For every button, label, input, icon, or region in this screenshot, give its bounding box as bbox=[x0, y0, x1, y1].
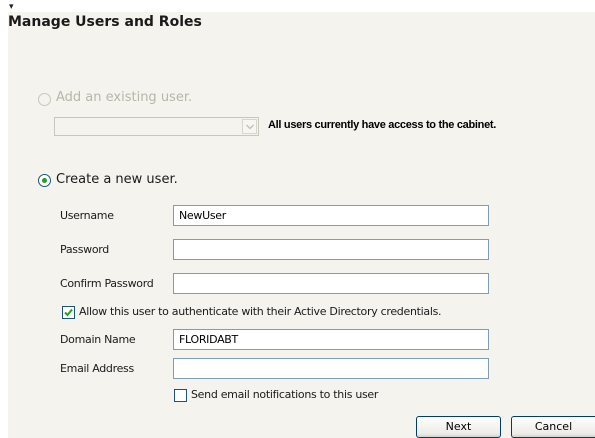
username-input[interactable] bbox=[173, 205, 489, 226]
all-users-access-note: All users currently have access to the c… bbox=[268, 119, 497, 131]
create-new-user-radio[interactable] bbox=[38, 174, 51, 187]
corner-tick-icon: ▾ bbox=[9, 2, 14, 12]
active-directory-auth-checkbox[interactable] bbox=[62, 306, 75, 319]
radio-selected-dot bbox=[42, 178, 47, 183]
email-notifications-checkbox[interactable] bbox=[174, 389, 187, 402]
username-label: Username bbox=[60, 209, 114, 222]
email-address-label: Email Address bbox=[60, 362, 134, 375]
existing-user-dropdown[interactable] bbox=[54, 117, 259, 136]
confirm-password-label: Confirm Password bbox=[60, 277, 154, 290]
domain-name-label: Domain Name bbox=[60, 333, 136, 346]
chevron-down-icon bbox=[246, 124, 254, 130]
add-existing-user-radio[interactable] bbox=[38, 93, 51, 106]
next-button[interactable]: Next bbox=[416, 416, 501, 438]
confirm-password-input[interactable] bbox=[173, 273, 489, 294]
password-label: Password bbox=[60, 243, 109, 256]
email-notifications-label: Send email notifications to this user bbox=[191, 388, 379, 401]
cancel-button[interactable]: Cancel bbox=[511, 416, 595, 438]
active-directory-auth-label: Allow this user to authenticate with the… bbox=[79, 305, 442, 318]
page-title: Manage Users and Roles bbox=[8, 14, 202, 30]
checkmark-icon bbox=[64, 308, 73, 317]
domain-name-input[interactable] bbox=[173, 329, 489, 350]
email-address-input[interactable] bbox=[173, 358, 489, 379]
manage-users-panel: ▾ Manage Users and Roles Add an existing… bbox=[0, 0, 595, 438]
dropdown-arrow-button[interactable] bbox=[242, 119, 257, 134]
add-existing-user-label: Add an existing user. bbox=[56, 90, 193, 105]
create-new-user-label: Create a new user. bbox=[56, 172, 178, 187]
password-input[interactable] bbox=[173, 239, 489, 260]
